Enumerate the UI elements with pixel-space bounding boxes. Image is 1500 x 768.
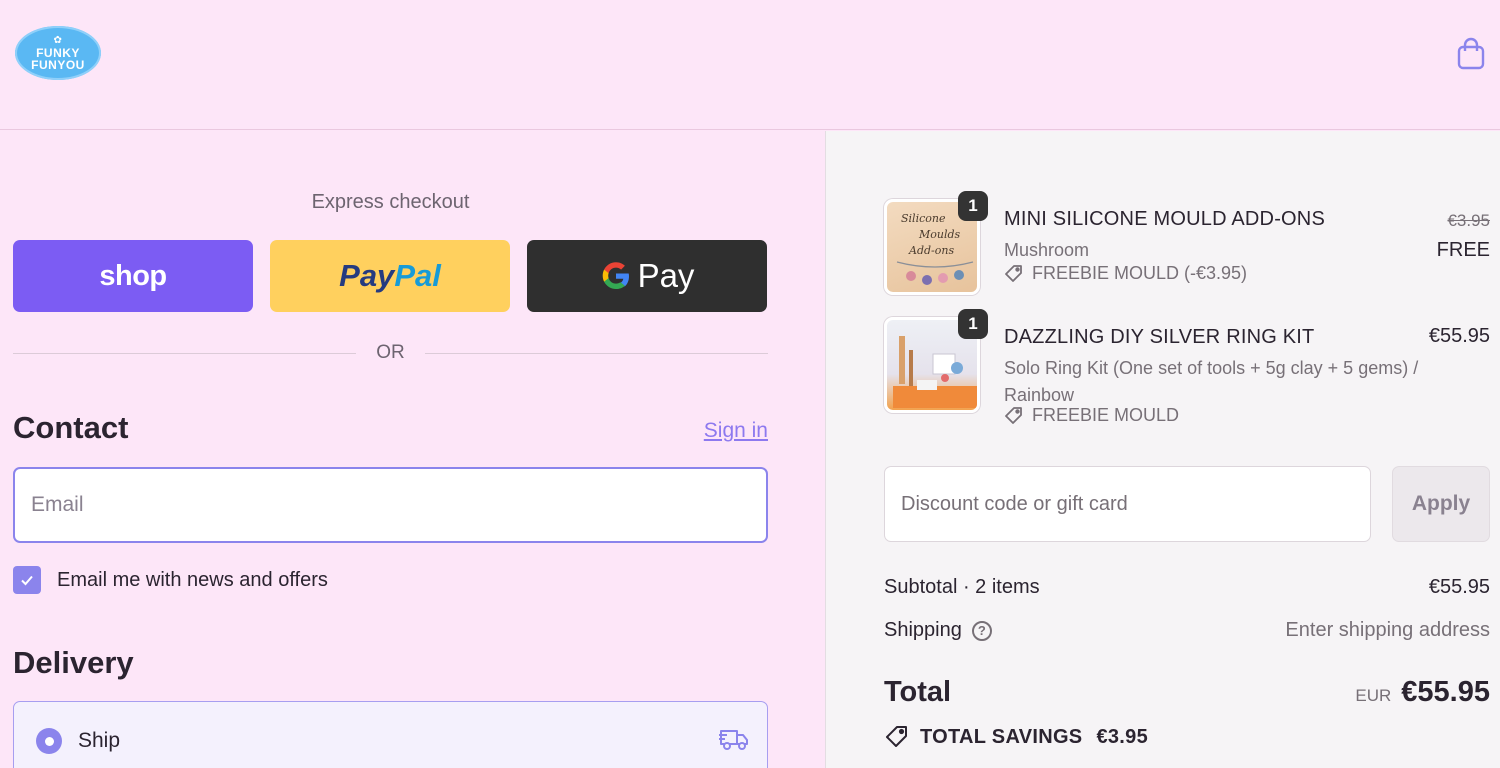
logo-line1: FUNKY	[36, 45, 80, 60]
ship-option[interactable]: Ship	[13, 701, 768, 768]
or-label: OR	[376, 342, 405, 363]
shipping-row: Shipping ? Enter shipping address	[884, 619, 1490, 642]
subtotal-label: Subtotal · 2 items	[884, 576, 1040, 598]
product-price: FREE	[1436, 239, 1490, 261]
product-name: MINI SILICONE MOULD ADD-ONS	[1004, 208, 1325, 230]
or-divider: OR	[13, 341, 768, 365]
flower-icon: ✿	[53, 34, 63, 46]
discount-label: FREEBIE MOULD	[1032, 405, 1180, 425]
savings-label: TOTAL SAVINGS	[920, 725, 1083, 748]
discount-code-field[interactable]	[884, 466, 1371, 542]
contact-heading: Contact	[13, 410, 129, 445]
savings-value: €3.95	[1096, 725, 1148, 748]
newsletter-option[interactable]: Email me with news and offers	[13, 565, 328, 595]
product-name: DAZZLING DIY SILVER RING KIT	[1004, 326, 1315, 348]
newsletter-label: Email me with news and offers	[57, 568, 328, 591]
delivery-heading: Delivery	[13, 645, 134, 680]
total-savings: TOTAL SAVINGS €3.95	[884, 724, 1148, 750]
paypal-label-part1: Pay	[339, 258, 395, 293]
charm-decoration	[896, 261, 974, 285]
shop-pay-button[interactable]: shop	[13, 240, 253, 312]
divider-line	[13, 352, 357, 354]
shipping-value: Enter shipping address	[1285, 619, 1490, 641]
newsletter-checkbox[interactable]	[13, 566, 41, 594]
paypal-button[interactable]: Pay Pal	[270, 240, 510, 312]
express-checkout-title: Express checkout	[311, 191, 470, 213]
truck-icon	[719, 730, 748, 750]
image-caption: Silicone	[901, 212, 946, 225]
shop-pay-label: shop	[99, 259, 167, 292]
original-price: €3.95	[1447, 211, 1490, 230]
paypal-label-part2: Pal	[394, 258, 441, 293]
total-row: Total EUR €55.95	[884, 676, 1490, 709]
quantity-badge: 1	[958, 309, 988, 339]
total-value: €55.95	[1401, 676, 1490, 708]
ship-label: Ship	[78, 729, 121, 752]
apply-discount-button[interactable]: Apply	[1392, 466, 1490, 542]
google-g-icon	[602, 262, 629, 289]
shipping-label: Shipping	[884, 619, 962, 641]
product-price: €55.95	[1428, 325, 1490, 347]
order-summary: Silicone Moulds Add-ons 1 MINI SILICONE …	[825, 131, 1500, 768]
total-amount: EUR €55.95	[1355, 676, 1490, 709]
shopping-bag-icon	[1457, 37, 1485, 70]
total-label: Total	[884, 676, 952, 708]
tag-icon	[886, 726, 907, 747]
tag-icon	[1005, 406, 1022, 424]
item-discount: FREEBIE MOULD (-€3.95)	[1004, 263, 1247, 284]
product-variant: Mushroom	[1004, 240, 1090, 260]
google-pay-button[interactable]: Pay	[527, 240, 767, 312]
logo-line2: FUNYOU	[31, 57, 85, 72]
divider-line	[424, 352, 768, 354]
image-caption: Moulds	[919, 228, 961, 241]
quantity-badge: 1	[958, 191, 988, 221]
subtotal-row: Subtotal · 2 items €55.95	[884, 576, 1490, 599]
site-header: ✿ FUNKY FUNYOU	[0, 0, 1500, 130]
sign-in-link[interactable]: Sign in	[690, 419, 768, 443]
checkmark-icon	[21, 575, 33, 586]
google-pay-label: Pay	[637, 257, 695, 294]
currency-code: EUR	[1355, 686, 1392, 705]
discount-label: FREEBIE MOULD (-€3.95)	[1032, 263, 1248, 283]
product-variant: Solo Ring Kit (One set of tools + 5g cla…	[1004, 358, 1419, 405]
store-logo[interactable]: ✿ FUNKY FUNYOU	[15, 26, 101, 80]
checkout-form: Express checkout shop Pay Pal Pay OR Cont…	[0, 131, 825, 768]
tag-icon	[1005, 264, 1022, 282]
shipping-label-group: Shipping ?	[884, 619, 992, 642]
help-icon[interactable]: ?	[971, 620, 992, 641]
cart-button[interactable]	[1454, 36, 1488, 72]
email-field[interactable]	[13, 467, 768, 543]
subtotal-value: €55.95	[1428, 576, 1490, 598]
ship-radio[interactable]	[36, 728, 62, 754]
image-caption: Add-ons	[909, 244, 955, 257]
item-discount: FREEBIE MOULD	[1004, 405, 1179, 426]
